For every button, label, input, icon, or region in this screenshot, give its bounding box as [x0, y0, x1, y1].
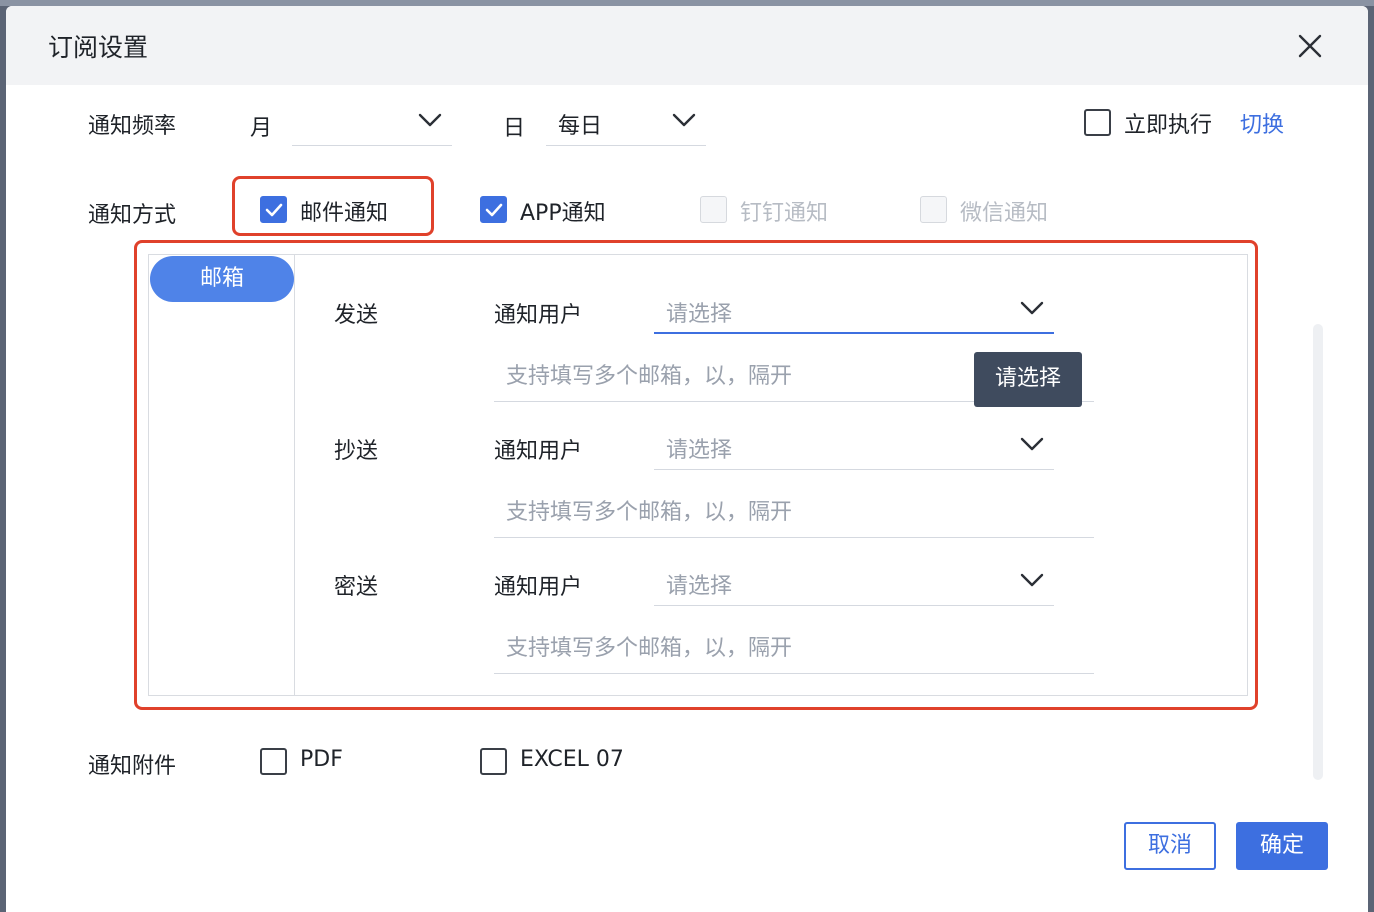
bcc-user-select[interactable]: 请选择	[654, 556, 1054, 606]
bcc-user-label: 通知用户	[494, 575, 583, 600]
close-icon	[1298, 34, 1322, 58]
day-select-value: 每日	[558, 114, 603, 139]
day-label: 日	[503, 116, 526, 141]
month-label: 月	[250, 116, 273, 141]
app-notify-label: APP通知	[520, 201, 606, 226]
mail-sidebar: 邮箱	[149, 255, 295, 695]
cc-user-label: 通知用户	[494, 439, 583, 464]
wechat-notify-checkbox	[920, 196, 947, 223]
app-notify-checkbox[interactable]	[480, 196, 507, 223]
close-button[interactable]	[1296, 32, 1324, 60]
execute-now-label: 立即执行	[1124, 113, 1213, 138]
switch-link[interactable]: 切换	[1240, 107, 1284, 139]
day-select[interactable]: 每日	[546, 96, 706, 146]
chevron-down-icon	[418, 113, 442, 127]
email-notify-label: 邮件通知	[300, 201, 389, 226]
confirm-button[interactable]: 确定	[1236, 822, 1328, 870]
chevron-down-icon	[1020, 437, 1044, 451]
dingtalk-notify-checkbox	[700, 196, 727, 223]
bcc-email-input[interactable]	[494, 624, 1094, 673]
month-select[interactable]	[292, 96, 452, 146]
method-label: 通知方式	[88, 203, 177, 228]
bcc-user-select-placeholder: 请选择	[666, 574, 733, 599]
bcc-label: 密送	[334, 575, 379, 600]
dingtalk-notify-label: 钉钉通知	[740, 201, 829, 226]
select-tooltip: 请选择	[974, 352, 1082, 407]
execute-now-checkbox[interactable]	[1084, 109, 1111, 136]
excel07-checkbox[interactable]	[480, 748, 507, 775]
email-notify-checkbox[interactable]	[260, 196, 287, 223]
cc-email-field[interactable]	[494, 488, 1094, 538]
bcc-email-field[interactable]	[494, 624, 1094, 674]
scrollbar[interactable]	[1313, 324, 1323, 780]
cc-label: 抄送	[334, 439, 379, 464]
attachment-label: 通知附件	[88, 754, 177, 779]
check-icon	[265, 203, 283, 217]
wechat-notify-label: 微信通知	[960, 201, 1049, 226]
chevron-down-icon	[672, 113, 696, 127]
send-user-select-placeholder: 请选择	[666, 302, 733, 327]
chevron-down-icon	[1020, 301, 1044, 315]
send-user-select[interactable]: 请选择	[654, 284, 1054, 334]
cc-email-input[interactable]	[494, 488, 1094, 537]
tab-mailbox[interactable]: 邮箱	[150, 256, 294, 302]
cc-user-select-placeholder: 请选择	[666, 438, 733, 463]
frequency-label: 通知频率	[88, 114, 177, 139]
pdf-checkbox[interactable]	[260, 748, 287, 775]
dialog-title: 订阅设置	[48, 33, 149, 62]
send-label: 发送	[334, 303, 379, 328]
chevron-down-icon	[1020, 573, 1044, 587]
dialog-header: 订阅设置	[6, 6, 1368, 85]
excel07-label: EXCEL 07	[520, 747, 624, 772]
cancel-button[interactable]: 取消	[1124, 822, 1216, 870]
subscription-settings-dialog: 订阅设置 通知频率 月 日 每日 立即执行 切换 通知方式 邮件通知 APP通知…	[6, 6, 1368, 912]
send-user-label: 通知用户	[494, 303, 583, 328]
cc-user-select[interactable]: 请选择	[654, 420, 1054, 470]
pdf-label: PDF	[300, 747, 343, 772]
check-icon	[485, 203, 503, 217]
